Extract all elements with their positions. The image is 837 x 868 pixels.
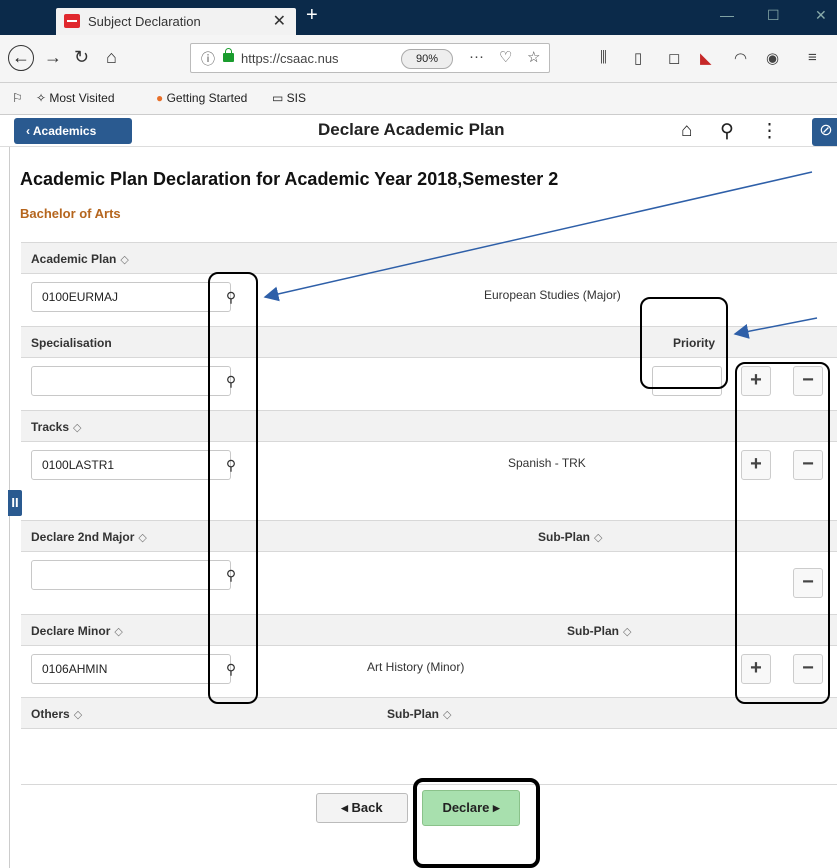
annotation-arrow <box>263 171 813 302</box>
annotation-arrows <box>263 171 818 339</box>
annotation-arrow <box>733 317 818 339</box>
